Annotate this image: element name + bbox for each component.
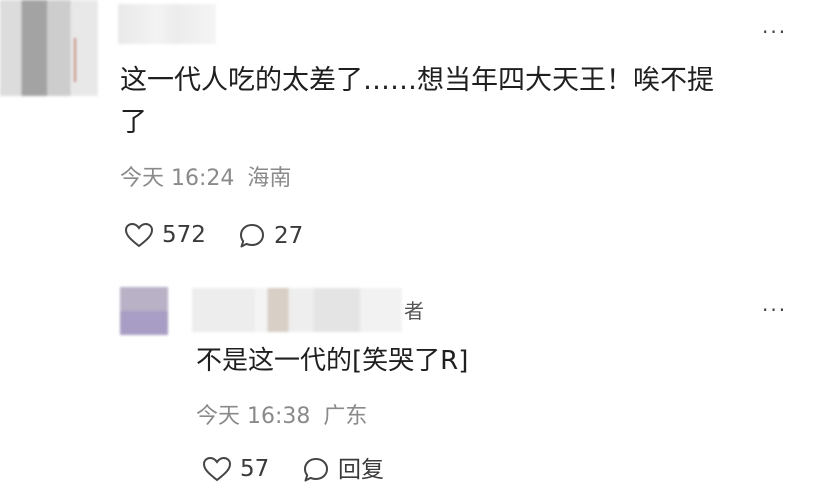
avatar[interactable] — [0, 0, 98, 96]
comment-text-line: 这一代人吃的太差了……想当年四大天王！唉不提 — [120, 65, 714, 96]
username[interactable] — [118, 4, 216, 44]
like-button[interactable]: 572 — [124, 222, 206, 248]
reply-like-count: 57 — [240, 455, 270, 482]
reply-like-button[interactable]: 57 — [202, 456, 269, 482]
avatar-overlay-mark — [74, 38, 82, 82]
reply-count-button[interactable]: 27 — [238, 222, 303, 250]
comment-text: 这一代人吃的太差了……想当年四大天王！唉不提 了 — [120, 60, 800, 144]
comment-location: 海南 — [247, 166, 292, 191]
reply-location: 广东 — [323, 404, 368, 429]
comment-text-line: 了 — [120, 107, 147, 138]
reply-button[interactable]: 回复 — [302, 456, 384, 484]
comment-time: 今天 16:24 — [120, 166, 235, 191]
heart-icon — [202, 456, 232, 482]
reply-avatar[interactable] — [120, 287, 168, 335]
comment-bubble-icon — [304, 458, 328, 482]
like-count: 572 — [162, 221, 206, 248]
more-dots-icon[interactable]: ··· — [762, 22, 787, 42]
more-dots-icon[interactable]: ··· — [762, 300, 787, 320]
reply-time: 今天 16:38 — [196, 404, 311, 429]
reply-username[interactable] — [192, 288, 402, 332]
author-badge: 者 — [404, 299, 424, 323]
reply-count: 27 — [274, 222, 304, 249]
comment-bubble-icon — [240, 224, 264, 248]
reply-label: 回复 — [338, 456, 384, 483]
heart-icon — [124, 222, 154, 248]
comment-meta: 今天 16:24 海南 — [120, 168, 291, 190]
reply-text: 不是这一代的[笑哭了R] — [196, 346, 469, 376]
reply-meta: 今天 16:38 广东 — [196, 406, 367, 428]
